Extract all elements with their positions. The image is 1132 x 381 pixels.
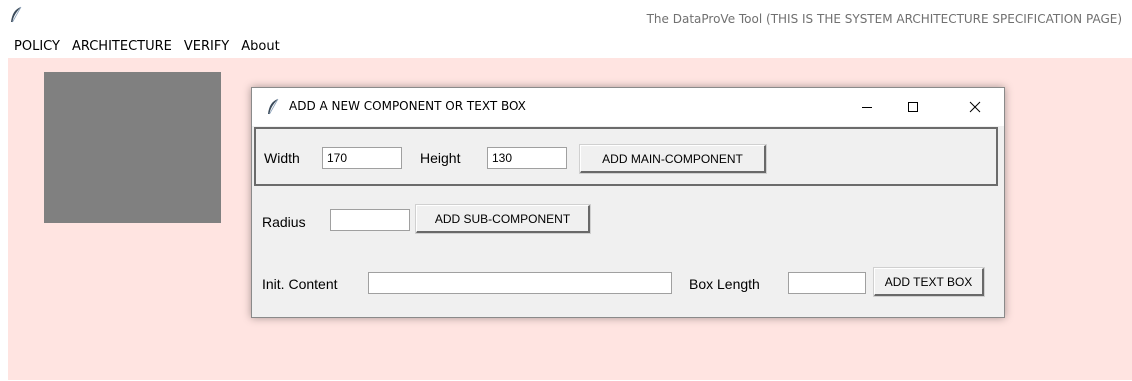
add-sub-component-button[interactable]: ADD SUB-COMPONENT	[415, 204, 591, 234]
add-text-box-button[interactable]: ADD TEXT BOX	[873, 267, 985, 297]
close-button[interactable]	[952, 88, 998, 126]
main-titlebar: The DataProVe Tool (THIS IS THE SYSTEM A…	[0, 0, 1132, 36]
menu-architecture[interactable]: ARCHITECTURE	[66, 36, 178, 58]
add-component-dialog: ADD A NEW COMPONENT OR TEXT BOX Width 17…	[251, 87, 1005, 318]
dialog-title: ADD A NEW COMPONENT OR TEXT BOX	[289, 99, 526, 113]
height-label: Height	[420, 150, 461, 166]
box-length-input[interactable]	[788, 272, 866, 294]
maximize-button[interactable]	[890, 88, 936, 126]
close-icon	[969, 101, 981, 113]
width-input[interactable]: 170	[322, 147, 402, 169]
maximize-icon	[908, 102, 918, 112]
main-component-frame: Width 170 Height 130 ADD MAIN-COMPONENT	[254, 127, 998, 186]
menu-bar: POLICY ARCHITECTURE VERIFY About	[0, 36, 1132, 58]
feather-icon	[266, 98, 280, 116]
init-content-input[interactable]	[368, 272, 672, 294]
dialog-titlebar[interactable]: ADD A NEW COMPONENT OR TEXT BOX	[252, 88, 1004, 126]
main-component-shape[interactable]	[44, 72, 221, 223]
height-input[interactable]: 130	[487, 147, 567, 169]
window-title: The DataProVe Tool (THIS IS THE SYSTEM A…	[646, 12, 1122, 26]
menu-about[interactable]: About	[235, 36, 285, 58]
menu-policy[interactable]: POLICY	[0, 36, 66, 58]
feather-icon	[8, 6, 24, 24]
width-label: Width	[264, 150, 300, 166]
radius-label: Radius	[262, 214, 306, 230]
menu-verify[interactable]: VERIFY	[178, 36, 235, 58]
init-content-label: Init. Content	[262, 276, 338, 292]
box-length-label: Box Length	[689, 276, 760, 292]
minimize-button[interactable]	[844, 88, 890, 126]
minimize-icon	[862, 107, 872, 108]
radius-input[interactable]	[330, 209, 410, 231]
add-main-component-button[interactable]: ADD MAIN-COMPONENT	[579, 144, 767, 174]
